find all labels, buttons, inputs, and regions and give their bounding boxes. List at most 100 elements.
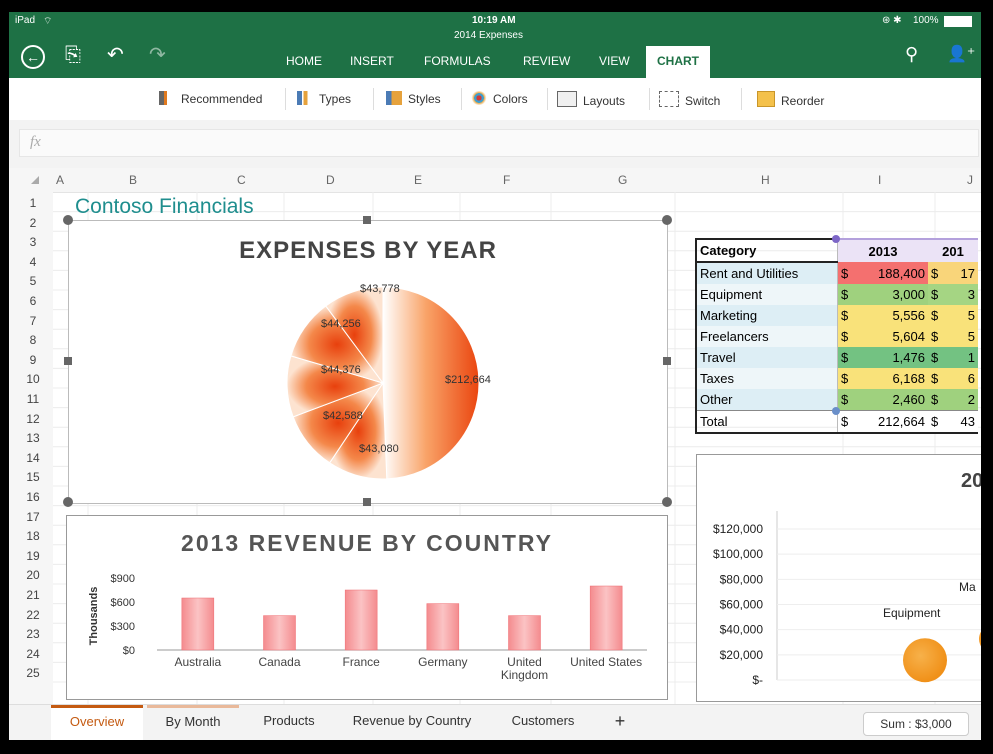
bar[interactable]: [344, 589, 378, 651]
row-header[interactable]: 18: [23, 529, 43, 543]
row-header[interactable]: 12: [23, 412, 43, 426]
sheet-tab-products[interactable]: Products: [243, 705, 335, 739]
row-header[interactable]: 22: [23, 608, 43, 622]
expenses-pie-chart[interactable]: EXPENSES BY YEAR $212,664 $43,080 $42,588 $…: [68, 220, 668, 504]
value-2013-cell[interactable]: $5,604: [837, 326, 928, 347]
row-header[interactable]: 15: [23, 470, 43, 484]
value-2013-cell[interactable]: $212,664: [837, 410, 928, 434]
resize-handle[interactable]: [64, 357, 72, 365]
row-header[interactable]: 14: [23, 451, 43, 465]
tab-insert[interactable]: INSERT: [350, 54, 394, 68]
range-handle[interactable]: [832, 235, 840, 243]
column-header[interactable]: C: [237, 173, 246, 187]
sheet-tab-customers[interactable]: Customers: [489, 705, 597, 739]
value-2014-cell[interactable]: $3: [928, 284, 978, 305]
types-button[interactable]: Types: [297, 91, 351, 106]
row-header[interactable]: 10: [23, 372, 43, 386]
resize-handle[interactable]: [363, 216, 371, 224]
formula-input[interactable]: fx: [19, 129, 979, 157]
value-2013-cell[interactable]: $2,460: [837, 389, 928, 411]
resize-handle[interactable]: [363, 498, 371, 506]
value-2013-cell[interactable]: $5,556: [837, 305, 928, 326]
row-header[interactable]: 19: [23, 549, 43, 563]
row-header[interactable]: 23: [23, 627, 43, 641]
header-cell[interactable]: 201: [928, 238, 978, 262]
column-header[interactable]: H: [761, 173, 770, 187]
category-cell[interactable]: Equipment: [695, 284, 838, 305]
column-header[interactable]: B: [129, 173, 137, 187]
styles-button[interactable]: Styles: [386, 91, 441, 106]
tab-view[interactable]: VIEW: [599, 54, 630, 68]
reorder-button[interactable]: Reorder: [757, 91, 824, 108]
row-header[interactable]: 7: [23, 314, 43, 328]
value-2013-cell[interactable]: $1,476: [837, 347, 928, 368]
value-2014-cell[interactable]: $1: [928, 347, 978, 368]
add-sheet-button[interactable]: +: [605, 705, 635, 739]
share-person-icon[interactable]: 👤⁺: [947, 44, 975, 64]
column-header[interactable]: J: [967, 173, 973, 187]
row-header[interactable]: 17: [23, 510, 43, 524]
back-icon[interactable]: ←: [21, 45, 45, 69]
bar[interactable]: [181, 597, 215, 651]
column-header[interactable]: E: [414, 173, 422, 187]
value-2014-cell[interactable]: $43: [928, 410, 978, 434]
row-header[interactable]: 2: [23, 216, 43, 230]
header-cell[interactable]: Category: [695, 238, 838, 263]
category-cell[interactable]: Marketing: [695, 305, 838, 326]
layouts-button[interactable]: Layouts: [557, 91, 625, 108]
colors-button[interactable]: Colors: [471, 91, 528, 106]
value-2013-cell[interactable]: $6,168: [837, 368, 928, 389]
search-icon[interactable]: ⚲: [905, 44, 918, 65]
value-2013-cell[interactable]: $3,000: [837, 284, 928, 305]
column-header[interactable]: F: [503, 173, 510, 187]
tab-review[interactable]: REVIEW: [523, 54, 570, 68]
category-cell[interactable]: Rent and Utilities: [695, 262, 838, 284]
value-2014-cell[interactable]: $6: [928, 368, 978, 389]
row-header[interactable]: 24: [23, 647, 43, 661]
value-2014-cell[interactable]: $2: [928, 389, 978, 411]
value-2013-cell[interactable]: $188,400: [837, 262, 928, 284]
bar[interactable]: [508, 615, 541, 651]
category-cell[interactable]: Taxes: [695, 368, 838, 389]
column-header[interactable]: D: [326, 173, 335, 187]
value-2014-cell[interactable]: $5: [928, 326, 978, 347]
resize-handle[interactable]: [662, 215, 672, 225]
tab-chart[interactable]: CHART: [646, 46, 710, 78]
sheet-tab-overview[interactable]: Overview: [51, 705, 143, 740]
row-header[interactable]: 4: [23, 255, 43, 269]
select-all-corner[interactable]: [31, 176, 39, 184]
sheet-tab-revenue-by-country[interactable]: Revenue by Country: [339, 705, 485, 739]
category-cell[interactable]: Total: [695, 410, 838, 434]
row-header[interactable]: 6: [23, 294, 43, 308]
resize-handle[interactable]: [662, 497, 672, 507]
row-header[interactable]: 20: [23, 568, 43, 582]
category-cell[interactable]: Other: [695, 389, 838, 411]
header-cell[interactable]: 2013: [837, 238, 928, 262]
tab-formulas[interactable]: FORMULAS: [424, 54, 491, 68]
undo-icon[interactable]: ↶: [107, 42, 124, 67]
column-header[interactable]: A: [56, 173, 64, 187]
bar[interactable]: [589, 585, 623, 651]
bubble-chart[interactable]: 20 $120,000 $100,000 $80,000 $60,000 $40,000 $…: [696, 454, 981, 702]
bar[interactable]: [426, 603, 460, 651]
bar[interactable]: [263, 615, 296, 651]
resize-handle[interactable]: [63, 497, 73, 507]
redo-icon[interactable]: ↷: [149, 42, 166, 67]
row-header[interactable]: 9: [23, 353, 43, 367]
open-file-icon[interactable]: ⎘: [65, 44, 81, 67]
tab-home[interactable]: HOME: [286, 54, 322, 68]
bubble[interactable]: [903, 638, 947, 683]
resize-handle[interactable]: [63, 215, 73, 225]
row-header[interactable]: 8: [23, 333, 43, 347]
row-header[interactable]: 25: [23, 666, 43, 680]
row-header[interactable]: 13: [23, 431, 43, 445]
row-header[interactable]: 21: [23, 588, 43, 602]
row-header[interactable]: 1: [23, 196, 43, 210]
row-header[interactable]: 5: [23, 274, 43, 288]
row-header[interactable]: 11: [23, 392, 43, 406]
column-header[interactable]: I: [878, 173, 881, 187]
revenue-bar-chart[interactable]: 2013 REVENUE BY COUNTRY Thousands $900 $60…: [66, 515, 668, 700]
row-header[interactable]: 16: [23, 490, 43, 504]
row-header[interactable]: 3: [23, 235, 43, 249]
column-header[interactable]: G: [618, 173, 627, 187]
